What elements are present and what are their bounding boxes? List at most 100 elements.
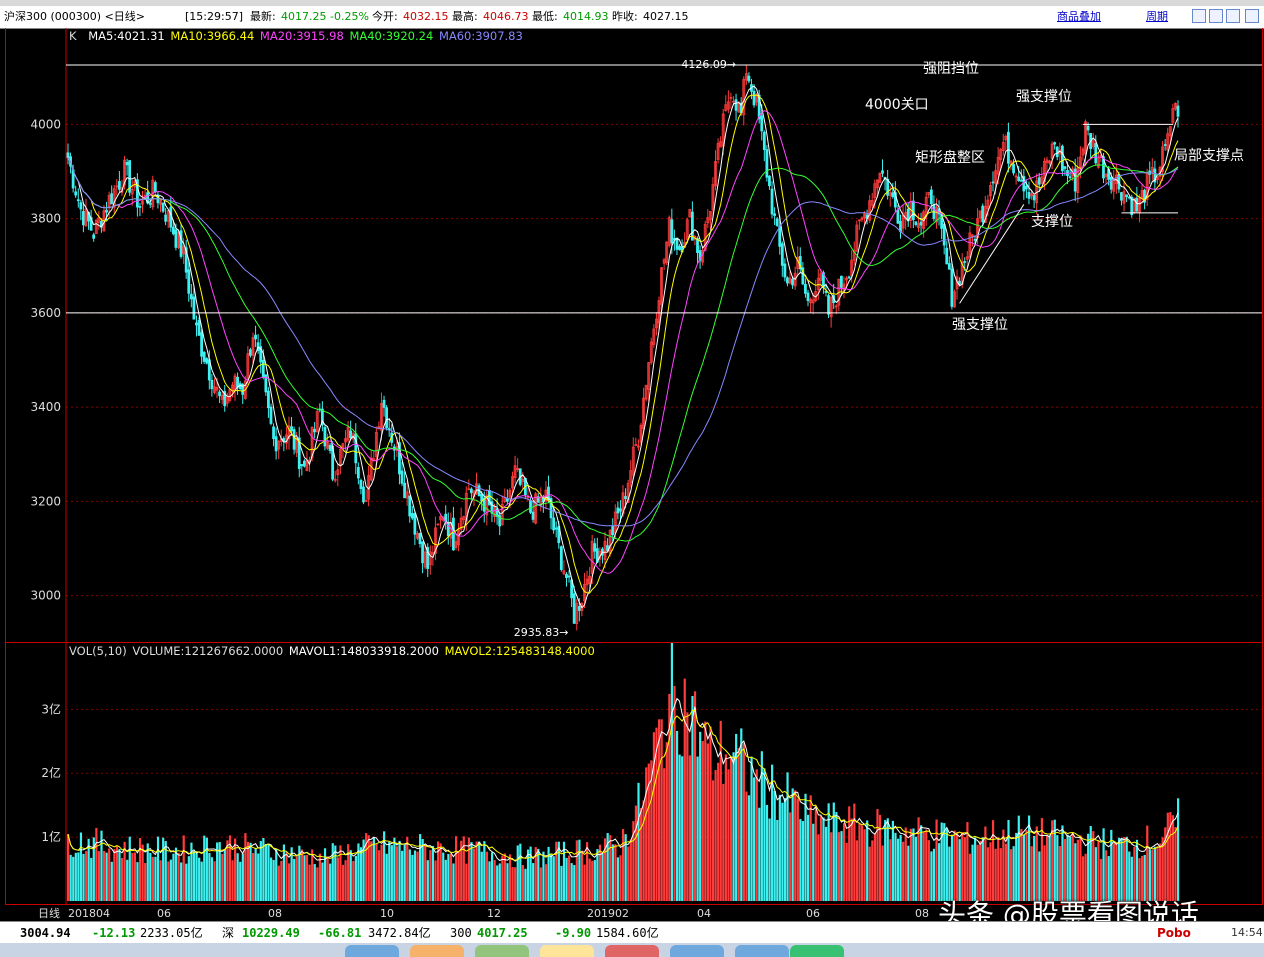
taskbar-app-6[interactable] bbox=[670, 945, 724, 957]
candle-body bbox=[164, 214, 168, 222]
volume-bar bbox=[110, 861, 113, 901]
candle-body bbox=[498, 514, 502, 527]
volume-bar bbox=[74, 852, 77, 901]
volume-bar bbox=[467, 837, 471, 901]
volume-bar bbox=[601, 852, 604, 901]
legend-mavol2: MAVOL2:125483148.4000 bbox=[444, 644, 595, 658]
volume-bar bbox=[395, 846, 399, 901]
volume-bar bbox=[185, 863, 188, 901]
volume-bar bbox=[393, 837, 396, 901]
volume-bar bbox=[413, 850, 417, 901]
maximize-icon[interactable] bbox=[1245, 9, 1259, 23]
hs-label: 300 bbox=[450, 926, 472, 940]
volume-bar bbox=[372, 836, 375, 901]
candle-body bbox=[192, 296, 196, 320]
taskbar-app-8[interactable] bbox=[790, 945, 844, 957]
candle-body bbox=[1019, 179, 1023, 182]
volume-bar bbox=[765, 804, 769, 901]
overlay-link[interactable]: 商品叠加 bbox=[1057, 6, 1101, 28]
taskbar-app-3[interactable] bbox=[475, 945, 529, 957]
taskbar-app-5[interactable] bbox=[605, 945, 659, 957]
volume-bar bbox=[336, 857, 339, 901]
volume-chart-pane[interactable]: 3亿 2亿 1亿 VOL(5,10) VOLUME:121267662.0000 M… bbox=[5, 643, 1263, 905]
volume-bar bbox=[884, 820, 887, 901]
candle-body bbox=[179, 230, 183, 257]
candle-body bbox=[531, 511, 535, 520]
candle-body bbox=[947, 263, 951, 270]
candle-body bbox=[328, 445, 332, 451]
candle-body bbox=[272, 426, 275, 440]
candle-body bbox=[267, 390, 270, 409]
volume-bar bbox=[776, 819, 779, 901]
x-tick-4: 10 bbox=[380, 907, 394, 920]
volume-bar bbox=[516, 845, 519, 901]
volume-bar bbox=[611, 844, 614, 901]
volume-bar bbox=[501, 855, 504, 901]
volume-bar bbox=[814, 806, 817, 901]
volume-bar bbox=[246, 841, 250, 901]
y-tick-4000: 4000 bbox=[30, 117, 61, 131]
y-tick-3400: 3400 bbox=[30, 400, 61, 414]
volume-bar bbox=[1007, 819, 1010, 901]
volume-bar bbox=[295, 856, 298, 901]
volume-bar bbox=[812, 823, 815, 901]
volume-legend: VOL(5,10) VOLUME:121267662.0000 MAVOL1:1… bbox=[69, 644, 597, 658]
period-link[interactable]: 周期 bbox=[1146, 6, 1168, 28]
volume-bar bbox=[352, 860, 355, 901]
volume-bar bbox=[789, 812, 792, 901]
candle-body bbox=[1055, 146, 1059, 158]
volume-bar bbox=[891, 820, 894, 901]
candle-body bbox=[66, 152, 70, 158]
candle-body bbox=[300, 464, 304, 467]
volume-bar bbox=[326, 856, 329, 901]
candle-body bbox=[783, 263, 787, 278]
quote-time: [15:29:57] bbox=[185, 10, 243, 23]
volume-bar bbox=[472, 848, 476, 901]
volume-bar bbox=[732, 752, 735, 901]
taskbar-app-4[interactable] bbox=[540, 945, 594, 957]
zoom-icon[interactable] bbox=[1226, 9, 1240, 23]
volume-bar bbox=[401, 850, 404, 901]
legend-ma10: MA10:3966.44 bbox=[170, 29, 255, 43]
volume-bar bbox=[167, 861, 170, 901]
volume-bar bbox=[693, 691, 697, 901]
candle-body bbox=[963, 261, 967, 263]
volume-bar bbox=[182, 835, 185, 901]
quote-header: 沪深300 (000300) <日线> [15:29:57] 最新: 4017.… bbox=[0, 6, 1264, 29]
volume-bar bbox=[1035, 826, 1038, 901]
scroll-right-icon[interactable] bbox=[1209, 9, 1223, 23]
candle-body bbox=[452, 517, 455, 551]
price-chart-pane[interactable]: 4000 3800 3600 3400 3200 3000 4126.09→ 2935.83→… bbox=[5, 28, 1263, 643]
candle-body bbox=[624, 496, 627, 500]
taskbar-app-1[interactable] bbox=[345, 945, 399, 957]
volume-bar bbox=[827, 803, 830, 901]
candle-body bbox=[82, 211, 85, 226]
volume-bar bbox=[974, 837, 977, 901]
taskbar-app-7[interactable] bbox=[735, 945, 789, 957]
volume-chart-svg: 3亿 2亿 1亿 bbox=[41, 643, 1262, 904]
volume-bar bbox=[927, 840, 930, 901]
volume-bar bbox=[945, 829, 948, 901]
volume-bar bbox=[421, 839, 424, 901]
volume-bar bbox=[496, 865, 499, 901]
volume-bar bbox=[115, 846, 119, 901]
volume-bar bbox=[935, 819, 938, 901]
volume-bar bbox=[755, 769, 758, 901]
candle-body bbox=[261, 359, 265, 378]
volume-bar bbox=[388, 841, 391, 901]
taskbar-app-2[interactable] bbox=[410, 945, 464, 957]
candle-body bbox=[1120, 192, 1123, 201]
volume-bar bbox=[663, 768, 666, 901]
volume-bar bbox=[249, 842, 252, 901]
volume-bar bbox=[390, 845, 393, 901]
candle-body bbox=[881, 170, 884, 174]
volume-bar bbox=[97, 851, 101, 901]
volume-bar bbox=[1048, 835, 1051, 901]
volume-bar bbox=[118, 849, 121, 901]
volume-bar bbox=[511, 867, 514, 901]
candle-body bbox=[950, 268, 954, 307]
scroll-left-icon[interactable] bbox=[1192, 9, 1206, 23]
volume-bar bbox=[704, 721, 707, 901]
brand-logo: Pobo bbox=[1157, 926, 1191, 940]
instrument-title[interactable]: 沪深300 (000300) <日线> bbox=[4, 6, 145, 28]
